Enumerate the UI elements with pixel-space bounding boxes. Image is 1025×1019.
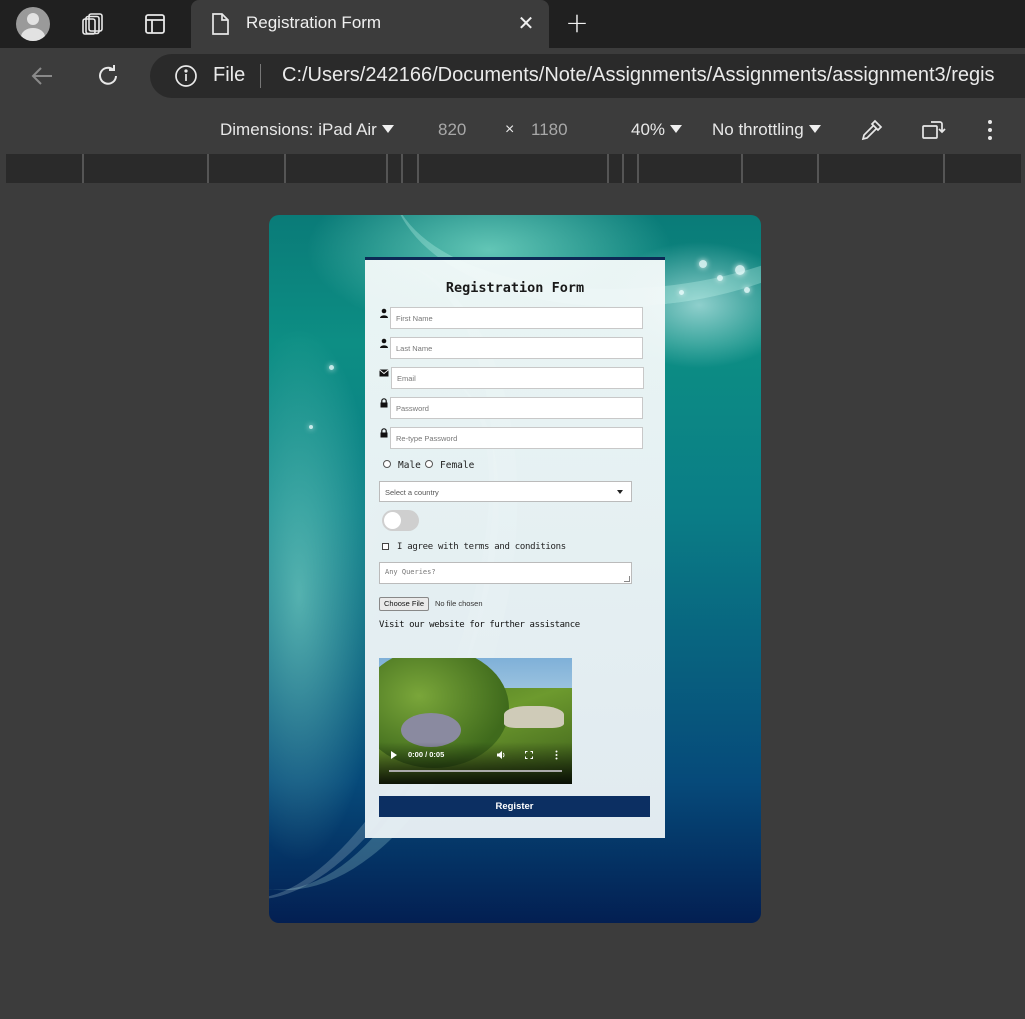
device-dimensions-select[interactable]: Dimensions: iPad Air bbox=[220, 120, 394, 140]
gender-female-label: Female bbox=[440, 460, 475, 471]
background-sparkle bbox=[329, 365, 334, 370]
retype-password-field[interactable]: Re-type Password bbox=[390, 427, 643, 449]
background-sparkle bbox=[699, 260, 707, 268]
background-sparkle bbox=[717, 275, 723, 281]
address-bar[interactable]: File C:/Users/242166/Documents/Note/Assi… bbox=[150, 54, 1025, 98]
device-viewport: Registration Form First Name Last Name E… bbox=[269, 215, 761, 923]
country-select-value: Select a country bbox=[385, 488, 439, 497]
first-name-placeholder: First Name bbox=[396, 314, 433, 323]
user-icon bbox=[380, 308, 388, 318]
throttling-label: No throttling bbox=[712, 120, 804, 139]
device-toolbar: Dimensions: iPad Air 820 × 1180 40% No t… bbox=[0, 104, 1025, 152]
fullscreen-icon[interactable] bbox=[525, 751, 533, 759]
choose-file-button[interactable]: Choose File bbox=[379, 597, 430, 611]
resize-grip-icon[interactable] bbox=[624, 576, 630, 582]
queries-textarea[interactable]: Any Queries? bbox=[379, 562, 632, 584]
chevron-down-icon bbox=[670, 125, 683, 133]
password-field[interactable]: Password bbox=[390, 397, 643, 419]
document-icon bbox=[203, 7, 237, 41]
background-sparkle bbox=[679, 290, 684, 295]
video-frame-rock bbox=[504, 706, 564, 728]
first-name-field[interactable]: First Name bbox=[390, 307, 643, 329]
scheme-label: File bbox=[213, 64, 246, 86]
play-icon[interactable] bbox=[391, 751, 397, 759]
last-name-placeholder: Last Name bbox=[396, 344, 433, 353]
envelope-icon bbox=[379, 369, 389, 377]
gender-male-label: Male bbox=[398, 460, 421, 471]
volume-icon[interactable] bbox=[496, 750, 506, 760]
throttling-select[interactable]: No throttling bbox=[712, 120, 821, 140]
registration-form: Registration Form First Name Last Name E… bbox=[365, 257, 665, 838]
last-name-field[interactable]: Last Name bbox=[390, 337, 643, 359]
workspaces-icon[interactable] bbox=[76, 7, 110, 41]
background-sparkle bbox=[744, 287, 750, 293]
terms-label: I agree with terms and conditions bbox=[397, 542, 566, 552]
media-query-ruler[interactable] bbox=[6, 154, 1021, 183]
dimensions-label: Dimensions: iPad Air bbox=[220, 120, 377, 139]
assistance-text: Visit our website for further assistance bbox=[379, 620, 580, 630]
background-sparkle bbox=[735, 265, 745, 275]
chevron-down-icon bbox=[808, 125, 821, 133]
user-icon bbox=[380, 338, 388, 348]
profile-avatar-icon[interactable] bbox=[16, 7, 50, 41]
device-height-input[interactable]: 1180 bbox=[531, 120, 568, 140]
retype-password-placeholder: Re-type Password bbox=[396, 434, 458, 443]
video-player[interactable]: 0:00 / 0:05 bbox=[379, 658, 572, 784]
file-status: No file chosen bbox=[435, 599, 483, 608]
form-title: Registration Form bbox=[445, 280, 585, 296]
chevron-down-icon bbox=[617, 490, 623, 494]
video-controls bbox=[379, 742, 572, 784]
new-tab-icon[interactable]: + bbox=[562, 8, 592, 38]
zoom-select[interactable]: 40% bbox=[631, 120, 683, 140]
tab-strip: Registration Form ✕ + bbox=[0, 0, 1025, 48]
info-icon[interactable] bbox=[174, 64, 198, 92]
lock-icon bbox=[380, 428, 388, 438]
back-icon[interactable] bbox=[24, 58, 60, 94]
close-tab-icon[interactable]: ✕ bbox=[513, 10, 539, 36]
vertical-tabs-icon[interactable] bbox=[138, 7, 172, 41]
device-width-input[interactable]: 820 bbox=[438, 120, 466, 140]
browser-toolbar: File C:/Users/242166/Documents/Note/Assi… bbox=[0, 48, 1025, 104]
address-separator bbox=[260, 64, 261, 88]
video-progress-bar[interactable] bbox=[389, 770, 562, 772]
terms-checkbox[interactable] bbox=[382, 543, 389, 550]
toggle-knob bbox=[384, 512, 401, 529]
more-options-icon[interactable] bbox=[976, 116, 1004, 144]
video-time: 0:00 / 0:05 bbox=[408, 750, 445, 759]
more-options-icon[interactable] bbox=[555, 750, 558, 760]
lock-icon bbox=[380, 398, 388, 408]
toggle-switch[interactable] bbox=[382, 510, 419, 531]
password-placeholder: Password bbox=[396, 404, 429, 413]
active-tab[interactable]: Registration Form ✕ bbox=[191, 0, 549, 48]
queries-placeholder: Any Queries? bbox=[385, 568, 436, 576]
dimension-times-icon: × bbox=[505, 121, 515, 138]
email-field[interactable]: Email bbox=[391, 367, 644, 389]
tab-title: Registration Form bbox=[246, 13, 382, 32]
email-placeholder: Email bbox=[397, 374, 416, 383]
refresh-icon[interactable] bbox=[90, 58, 126, 94]
country-select[interactable]: Select a country bbox=[379, 481, 632, 502]
url-text[interactable]: C:/Users/242166/Documents/Note/Assignmen… bbox=[282, 64, 995, 87]
eyedropper-icon[interactable] bbox=[858, 116, 886, 144]
background-sparkle bbox=[309, 425, 313, 429]
register-button[interactable]: Register bbox=[379, 796, 650, 817]
zoom-label: 40% bbox=[631, 120, 666, 139]
chevron-down-icon bbox=[381, 125, 394, 133]
rotate-device-icon[interactable] bbox=[919, 116, 947, 144]
gender-female-radio[interactable] bbox=[425, 460, 433, 468]
gender-male-radio[interactable] bbox=[383, 460, 391, 468]
